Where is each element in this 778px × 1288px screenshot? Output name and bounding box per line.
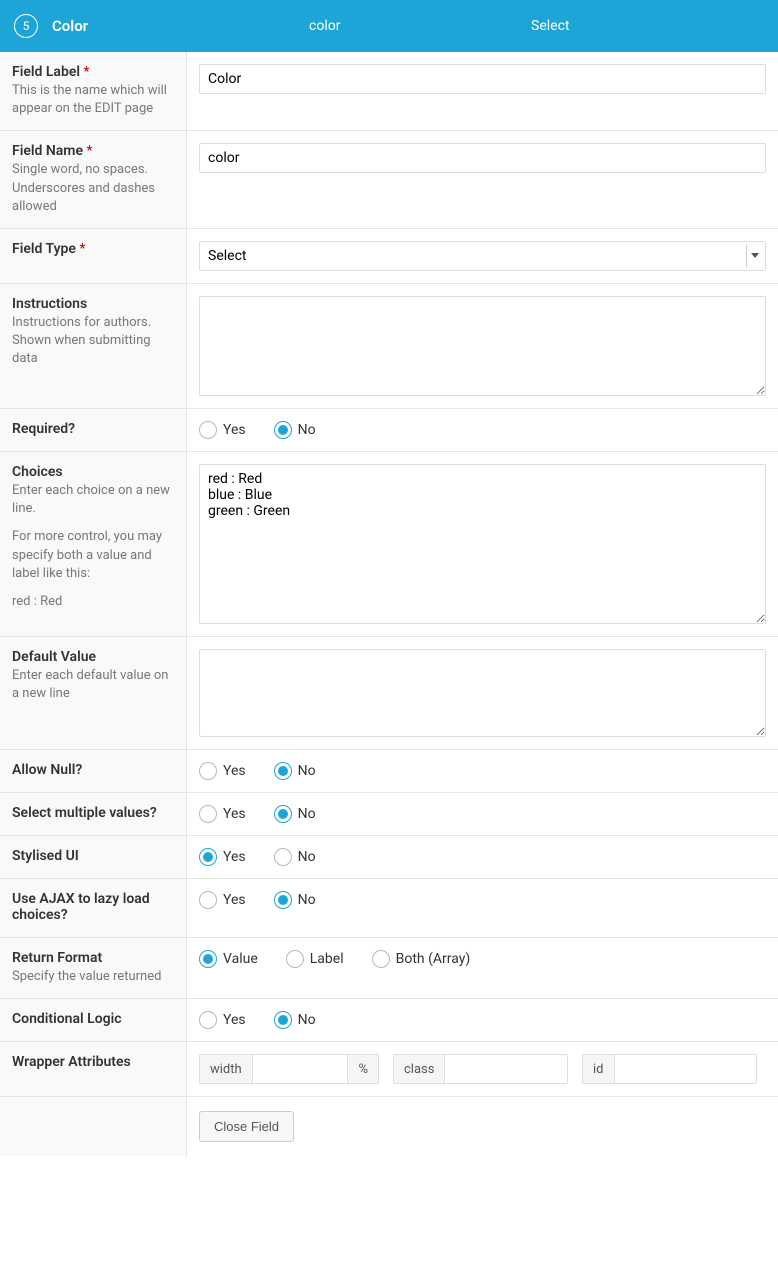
stylised-title: Stylised UI	[12, 848, 174, 864]
row-field-type: Field Type * Select	[0, 229, 778, 284]
field-label-title: Field Label *	[12, 64, 174, 80]
field-number-cell: 5	[0, 14, 52, 38]
row-multiple: Select multiple values? Yes No	[0, 793, 778, 836]
field-label-input[interactable]	[199, 64, 766, 94]
wrapper-width-group: width %	[199, 1054, 379, 1084]
row-default-value: Default Value Enter each default value o…	[0, 637, 778, 750]
choices-desc: Enter each choice on a new line. For mor…	[12, 482, 174, 611]
wrapper-class-group: class	[393, 1054, 568, 1084]
field-type-title: Field Type *	[12, 241, 174, 257]
row-required: Required? Yes No	[0, 409, 778, 452]
wrapper-id-group: id	[582, 1054, 757, 1084]
conditional-no-radio[interactable]: No	[274, 1011, 316, 1029]
multiple-no-radio[interactable]: No	[274, 805, 316, 823]
header-field-type: Select	[438, 18, 664, 34]
instructions-desc: Instructions for authors. Shown when sub…	[12, 314, 174, 369]
stylised-no-radio[interactable]: No	[274, 848, 316, 866]
required-title: Required?	[12, 421, 174, 437]
wrapper-class-label: class	[394, 1055, 445, 1083]
multiple-yes-radio[interactable]: Yes	[199, 805, 246, 823]
row-field-name: Field Name * Single word, no spaces. Und…	[0, 131, 778, 229]
conditional-yes-radio[interactable]: Yes	[199, 1011, 246, 1029]
row-choices: Choices Enter each choice on a new line.…	[0, 452, 778, 637]
row-allow-null: Allow Null? Yes No	[0, 750, 778, 793]
wrapper-id-label: id	[583, 1055, 615, 1083]
field-name-title: Field Name *	[12, 143, 174, 159]
conditional-title: Conditional Logic	[12, 1011, 174, 1027]
default-value-title: Default Value	[12, 649, 174, 665]
field-name-desc: Single word, no spaces. Underscores and …	[12, 161, 174, 216]
row-instructions: Instructions Instructions for authors. S…	[0, 284, 778, 409]
ajax-yes-radio[interactable]: Yes	[199, 891, 246, 909]
wrapper-width-label: width	[200, 1055, 253, 1083]
allow-null-no-radio[interactable]: No	[274, 762, 316, 780]
header-field-name: color	[212, 18, 438, 34]
row-wrapper: Wrapper Attributes width % class id	[0, 1042, 778, 1097]
field-type-select[interactable]: Select	[199, 241, 766, 271]
row-stylised: Stylised UI Yes No	[0, 836, 778, 879]
field-header[interactable]: 5 Color color Select	[0, 0, 778, 52]
choices-title: Choices	[12, 464, 174, 480]
required-yes-radio[interactable]: Yes	[199, 421, 246, 439]
required-no-radio[interactable]: No	[274, 421, 316, 439]
field-name-input[interactable]	[199, 143, 766, 173]
instructions-title: Instructions	[12, 296, 174, 312]
wrapper-class-input[interactable]	[445, 1055, 567, 1083]
field-number-circle: 5	[14, 14, 38, 38]
wrapper-title: Wrapper Attributes	[12, 1054, 174, 1070]
row-ajax: Use AJAX to lazy load choices? Yes No	[0, 879, 778, 938]
multiple-title: Select multiple values?	[12, 805, 174, 821]
header-field-label: Color	[52, 17, 212, 35]
wrapper-id-input[interactable]	[615, 1055, 757, 1083]
allow-null-yes-radio[interactable]: Yes	[199, 762, 246, 780]
row-field-label: Field Label * This is the name which wil…	[0, 52, 778, 131]
allow-null-title: Allow Null?	[12, 762, 174, 778]
default-value-desc: Enter each default value on a new line	[12, 667, 174, 703]
field-label-desc: This is the name which will appear on th…	[12, 82, 174, 118]
ajax-no-radio[interactable]: No	[274, 891, 316, 909]
row-close: Close Field	[0, 1097, 778, 1156]
return-format-title: Return Format	[12, 950, 174, 966]
return-label-radio[interactable]: Label	[286, 950, 344, 968]
default-value-textarea[interactable]	[199, 649, 766, 737]
instructions-textarea[interactable]	[199, 296, 766, 396]
return-format-desc: Specify the value returned	[12, 968, 174, 986]
return-both-radio[interactable]: Both (Array)	[372, 950, 471, 968]
wrapper-width-input[interactable]	[253, 1055, 348, 1083]
stylised-yes-radio[interactable]: Yes	[199, 848, 246, 866]
wrapper-width-suffix: %	[347, 1055, 378, 1083]
close-field-button[interactable]: Close Field	[199, 1111, 294, 1142]
row-return-format: Return Format Specify the value returned…	[0, 938, 778, 999]
choices-textarea[interactable]: red : Red blue : Blue green : Green	[199, 464, 766, 624]
return-value-radio[interactable]: Value	[199, 950, 258, 968]
row-conditional: Conditional Logic Yes No	[0, 999, 778, 1042]
ajax-title: Use AJAX to lazy load choices?	[12, 891, 174, 923]
